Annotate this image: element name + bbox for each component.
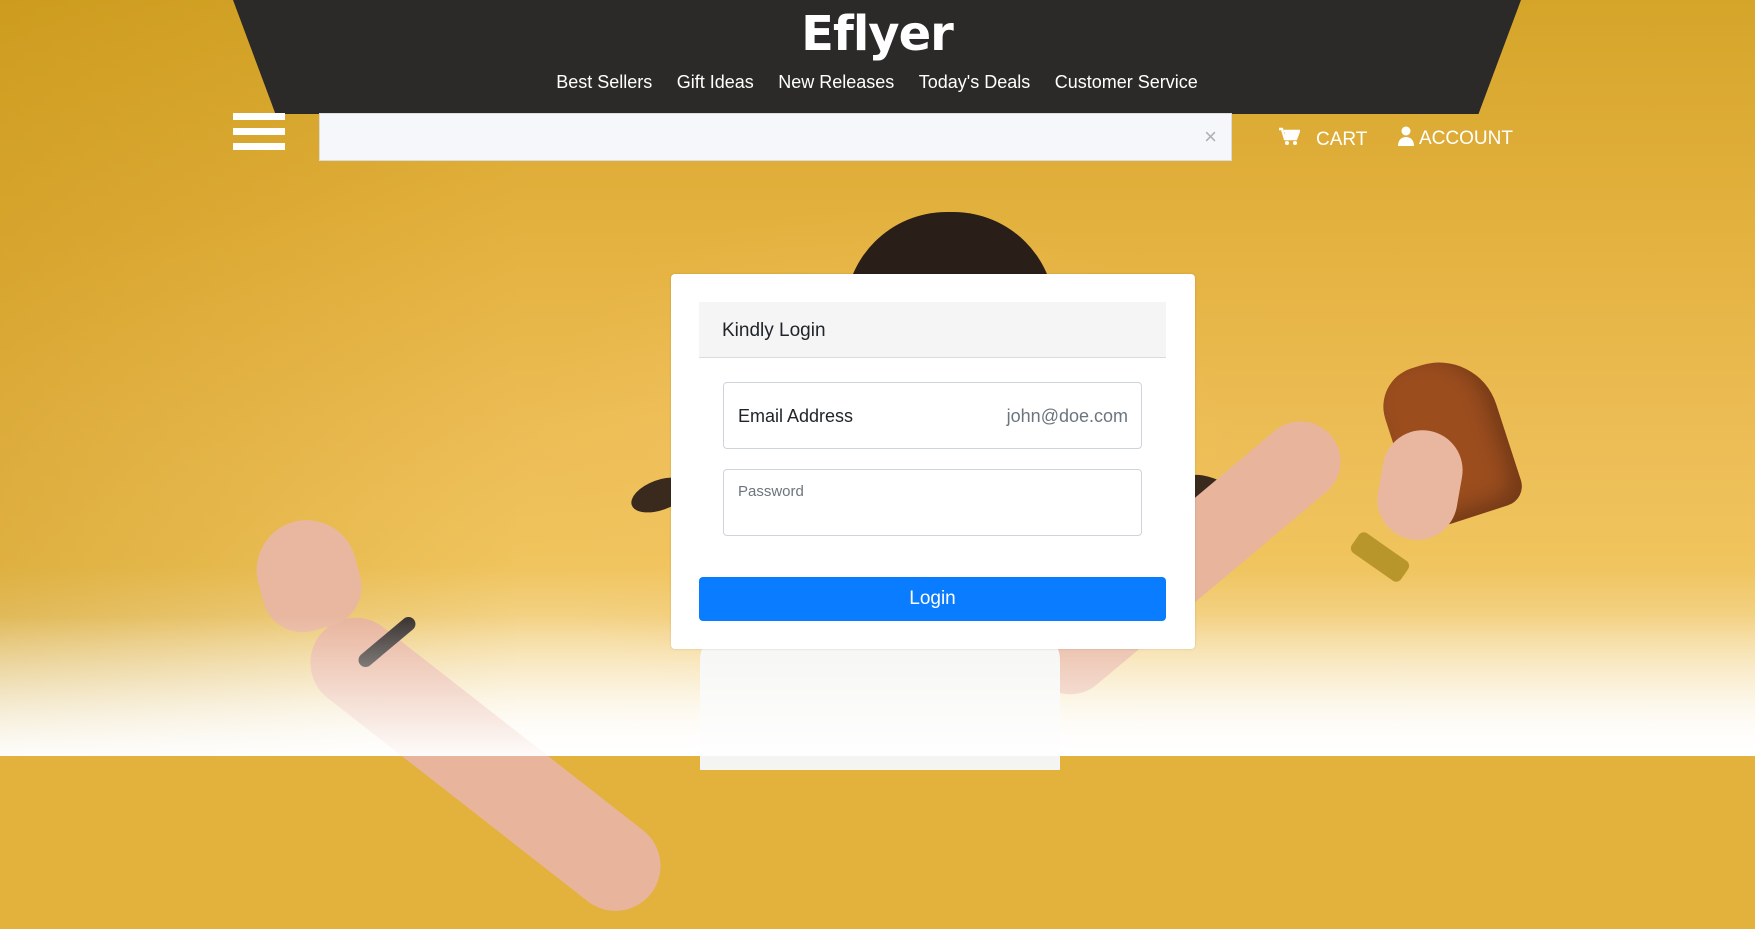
- password-field[interactable]: Password: [723, 469, 1142, 536]
- account-button[interactable]: ACCOUNT: [1397, 126, 1513, 152]
- nav-new-releases[interactable]: New Releases: [778, 72, 894, 92]
- nav-customer-service[interactable]: Customer Service: [1055, 72, 1198, 92]
- cart-button[interactable]: CART: [1278, 127, 1367, 153]
- hamburger-menu-icon[interactable]: [233, 113, 285, 159]
- email-value[interactable]: john@doe.com: [1007, 406, 1128, 427]
- cart-icon: [1278, 127, 1301, 153]
- search-bar: ×: [319, 113, 1232, 161]
- email-field[interactable]: Email Address john@doe.com: [723, 382, 1142, 449]
- site-logo[interactable]: Eflyer: [233, 6, 1521, 62]
- login-title: Kindly Login: [722, 320, 826, 341]
- login-card: Kindly Login Email Address john@doe.com …: [671, 274, 1195, 649]
- login-button[interactable]: Login: [699, 577, 1166, 621]
- login-card-header: Kindly Login: [699, 302, 1166, 358]
- email-label: Email Address: [738, 406, 854, 426]
- site-header: Eflyer Best Sellers Gift Ideas New Relea…: [233, 0, 1521, 114]
- nav-gift-ideas[interactable]: Gift Ideas: [677, 72, 754, 92]
- nav-best-sellers[interactable]: Best Sellers: [556, 72, 652, 92]
- nav-todays-deals[interactable]: Today's Deals: [919, 72, 1031, 92]
- user-icon: [1397, 126, 1415, 152]
- account-label: ACCOUNT: [1419, 128, 1513, 149]
- cart-label: CART: [1316, 129, 1368, 150]
- clear-icon[interactable]: ×: [1204, 124, 1217, 150]
- password-placeholder: Password: [738, 483, 804, 500]
- search-input[interactable]: [320, 114, 1180, 160]
- main-nav: Best Sellers Gift Ideas New Releases Tod…: [233, 72, 1521, 93]
